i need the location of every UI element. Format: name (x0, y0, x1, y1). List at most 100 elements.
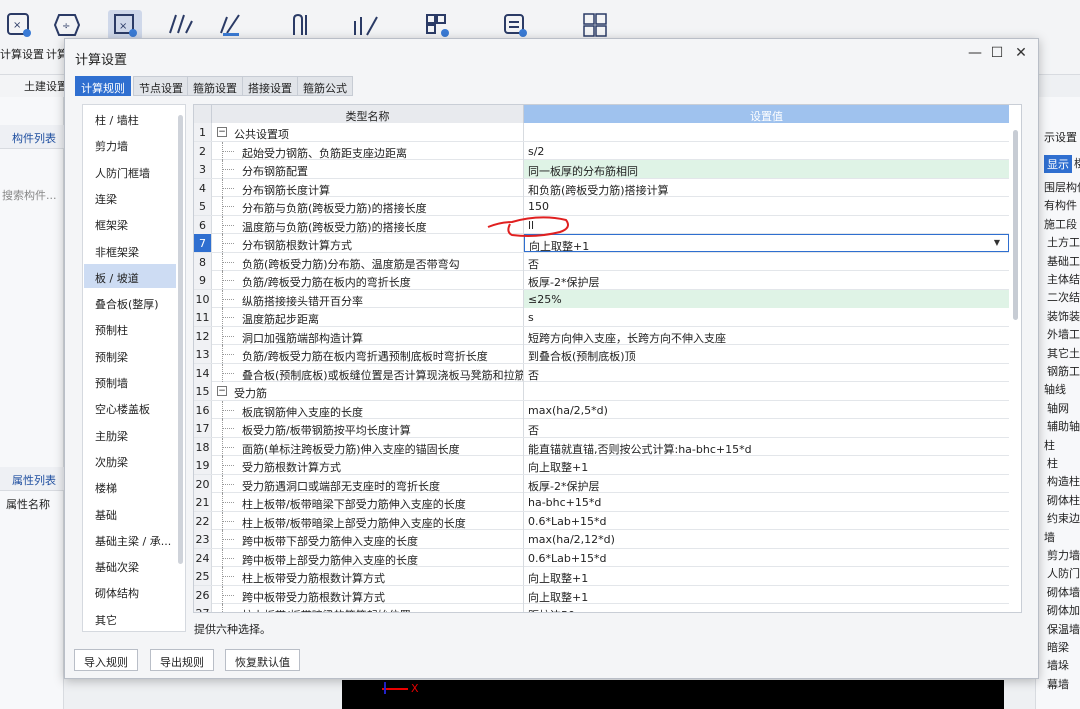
setting-value-cell[interactable] (524, 382, 1009, 400)
setting-value-cell[interactable]: 否 (524, 419, 1009, 437)
collapse-icon[interactable]: − (217, 386, 227, 396)
setting-name-cell[interactable]: 柱上板带受力筋根数计算方式 (212, 567, 524, 585)
setting-value-cell[interactable]: 向上取整+1 (524, 567, 1009, 585)
setting-name-cell[interactable]: 受力筋遇洞口或端部无支座时的弯折长度 (212, 474, 524, 493)
row-number[interactable]: 27 (194, 604, 212, 612)
tab-node-settings[interactable]: 节点设置 (133, 76, 189, 96)
setting-name-cell[interactable]: 温度筋与负筋(跨板受力筋)的搭接长度 (212, 215, 524, 234)
setting-value-cell[interactable]: 0.6*Lab+15*d (524, 512, 1009, 530)
layer-tree-item[interactable]: 柱 (1047, 455, 1058, 471)
layer-tree-item[interactable]: 主体结 (1047, 271, 1080, 287)
category-item[interactable]: 连梁 (84, 185, 176, 209)
tab-stirrup-formula[interactable]: 箍筋公式 (297, 76, 353, 96)
layer-tree-item[interactable]: 墙 (1044, 529, 1055, 545)
rebar-edit-icon[interactable] (163, 10, 197, 40)
calc-settings-icon[interactable]: × (2, 10, 36, 40)
row-number[interactable]: 1 (194, 123, 212, 141)
component-list-title[interactable]: 构件列表 (12, 130, 56, 146)
setting-value-cell[interactable]: 向上取整+1 (524, 586, 1009, 604)
row-number[interactable]: 22 (194, 511, 212, 530)
grid-scrollbar[interactable] (1013, 130, 1018, 320)
row-number[interactable]: 14 (194, 363, 212, 382)
chevron-down-icon[interactable]: ▼ (994, 238, 1000, 247)
layer-tree-item[interactable]: 钢筋工 (1047, 363, 1080, 379)
right-tab-floor[interactable]: 楼 (1074, 155, 1080, 171)
category-item[interactable]: 楼梯 (84, 474, 176, 498)
category-item[interactable]: 基础 (84, 501, 176, 525)
setting-value-dropdown[interactable]: 向上取整+1 ▼ (524, 234, 1009, 252)
layer-tree-item[interactable]: 砌体柱 (1047, 492, 1080, 508)
layer-tree-item[interactable]: 基础工 (1047, 253, 1080, 269)
table-row[interactable]: 27 柱上板带/板带暗梁的箍筋起始位置 距柱边50mm (194, 604, 1009, 612)
attribute-list-title[interactable]: 属性列表 (12, 472, 56, 488)
setting-name-cell[interactable]: 分布钢筋长度计算 (212, 178, 524, 197)
row-number[interactable]: 18 (194, 437, 212, 456)
table-row[interactable]: 25 柱上板带受力筋根数计算方式 向上取整+1 (194, 567, 1009, 586)
category-item[interactable]: 砌体结构 (84, 579, 176, 603)
category-item[interactable]: 人防门框墙 (84, 159, 176, 183)
group-name-cell[interactable]: − 公共设置项 (212, 123, 524, 141)
drawing-canvas[interactable] (342, 680, 1004, 709)
row-number[interactable]: 25 (194, 567, 212, 585)
row-number[interactable]: 21 (194, 493, 212, 511)
layer-tree-item[interactable]: 施工段 (1044, 216, 1077, 232)
number-grid-icon[interactable] (578, 10, 612, 40)
row-number[interactable]: 7 (194, 234, 212, 252)
close-button[interactable]: ✕ (1011, 45, 1031, 65)
category-item[interactable]: 叠合板(整厚) (84, 290, 176, 314)
maximize-button[interactable]: ☐ (987, 45, 1007, 65)
layer-tree-item[interactable]: 墙垛 (1047, 657, 1069, 673)
table-row[interactable]: 11 温度筋起步距离 s (194, 308, 1009, 327)
component-search-input[interactable]: 搜索构件... (2, 187, 57, 203)
table-row[interactable]: 19 受力筋根数计算方式 向上取整+1 (194, 456, 1009, 475)
layer-tree-item[interactable]: 围层构件 (1044, 179, 1080, 195)
category-item[interactable]: 次肋梁 (84, 448, 176, 472)
table-row[interactable]: 26 跨中板带受力筋根数计算方式 向上取整+1 (194, 585, 1009, 604)
row-number[interactable]: 2 (194, 141, 212, 160)
row-number[interactable]: 11 (194, 308, 212, 326)
grid-header-name[interactable]: 类型名称 (212, 105, 524, 123)
list-settings-icon[interactable] (498, 10, 532, 40)
table-row[interactable]: 8 负筋(跨板受力筋)分布筋、温度筋是否带弯勾 否 (194, 252, 1009, 271)
setting-value-cell[interactable]: 否 (524, 364, 1009, 382)
category-item[interactable]: 基础次梁 (84, 553, 176, 577)
setting-name-cell[interactable]: 洞口加强筋端部构造计算 (212, 326, 524, 345)
tab-lap-settings[interactable]: 搭接设置 (242, 76, 298, 96)
layer-tree-item[interactable]: 保温墙 (1047, 621, 1080, 637)
layer-tree-item[interactable]: 土方工 (1047, 234, 1080, 250)
table-row[interactable]: 17 板受力筋/板带钢筋按平均长度计算 否 (194, 419, 1009, 438)
setting-name-cell[interactable]: 分布钢筋配置 (212, 160, 524, 178)
category-item[interactable]: 其它 (84, 606, 176, 630)
setting-name-cell[interactable]: 温度筋起步距离 (212, 308, 524, 326)
category-item[interactable]: 非框架梁 (84, 238, 176, 262)
row-number[interactable]: 24 (194, 548, 212, 567)
setting-name-cell[interactable]: 负筋/跨板受力筋在板内弯折遇预制底板时弯折长度 (212, 345, 524, 363)
table-row[interactable]: 21 柱上板带/板带暗梁下部受力筋伸入支座的长度 ha-bhc+15*d (194, 493, 1009, 512)
minimize-button[interactable]: — (965, 45, 985, 65)
component-grid-icon[interactable] (420, 10, 454, 40)
row-number[interactable]: 12 (194, 326, 212, 345)
setting-name-cell[interactable]: 分布筋与负筋(跨板受力筋)的搭接长度 (212, 197, 524, 215)
layer-tree-item[interactable]: 柱 (1044, 437, 1055, 453)
layer-tree-item[interactable]: 剪力墙 (1047, 547, 1080, 563)
category-item[interactable]: 框架梁 (84, 211, 176, 235)
setting-value-cell[interactable]: ha-bhc+15*d (524, 493, 1009, 511)
layer-tree-item[interactable]: 约束边 (1047, 510, 1080, 526)
setting-name-cell[interactable]: 板底钢筋伸入支座的长度 (212, 400, 524, 419)
setting-name-cell[interactable]: 纵筋搭接接头错开百分率 (212, 289, 524, 308)
setting-name-cell[interactable]: 面筋(单标注跨板受力筋)伸入支座的锚固长度 (212, 437, 524, 456)
setting-value-cell[interactable]: 和负筋(跨板受力筋)搭接计算 (524, 179, 1009, 197)
setting-value-cell[interactable]: 否 (524, 253, 1009, 271)
category-item[interactable]: 预制柱 (84, 316, 176, 340)
setting-name-cell[interactable]: 分布钢筋根数计算方式 (212, 234, 524, 252)
table-row[interactable]: 16 板底钢筋伸入支座的长度 max(ha/2,5*d) (194, 400, 1009, 419)
row-number[interactable]: 9 (194, 271, 212, 289)
right-tab-display[interactable]: 显示 (1044, 155, 1072, 173)
setting-value-cell[interactable]: max(ha/2,12*d) (524, 530, 1009, 548)
table-row[interactable]: 3 分布钢筋配置 同一板厚的分布筋相同 (194, 160, 1009, 179)
setting-value-cell[interactable]: max(ha/2,5*d) (524, 401, 1009, 419)
setting-value-cell[interactable]: 板厚-2*保护层 (524, 271, 1009, 289)
setting-value-cell[interactable] (524, 123, 1009, 141)
row-number[interactable]: 10 (194, 289, 212, 308)
import-rules-button[interactable]: 导入规则 (74, 649, 138, 671)
